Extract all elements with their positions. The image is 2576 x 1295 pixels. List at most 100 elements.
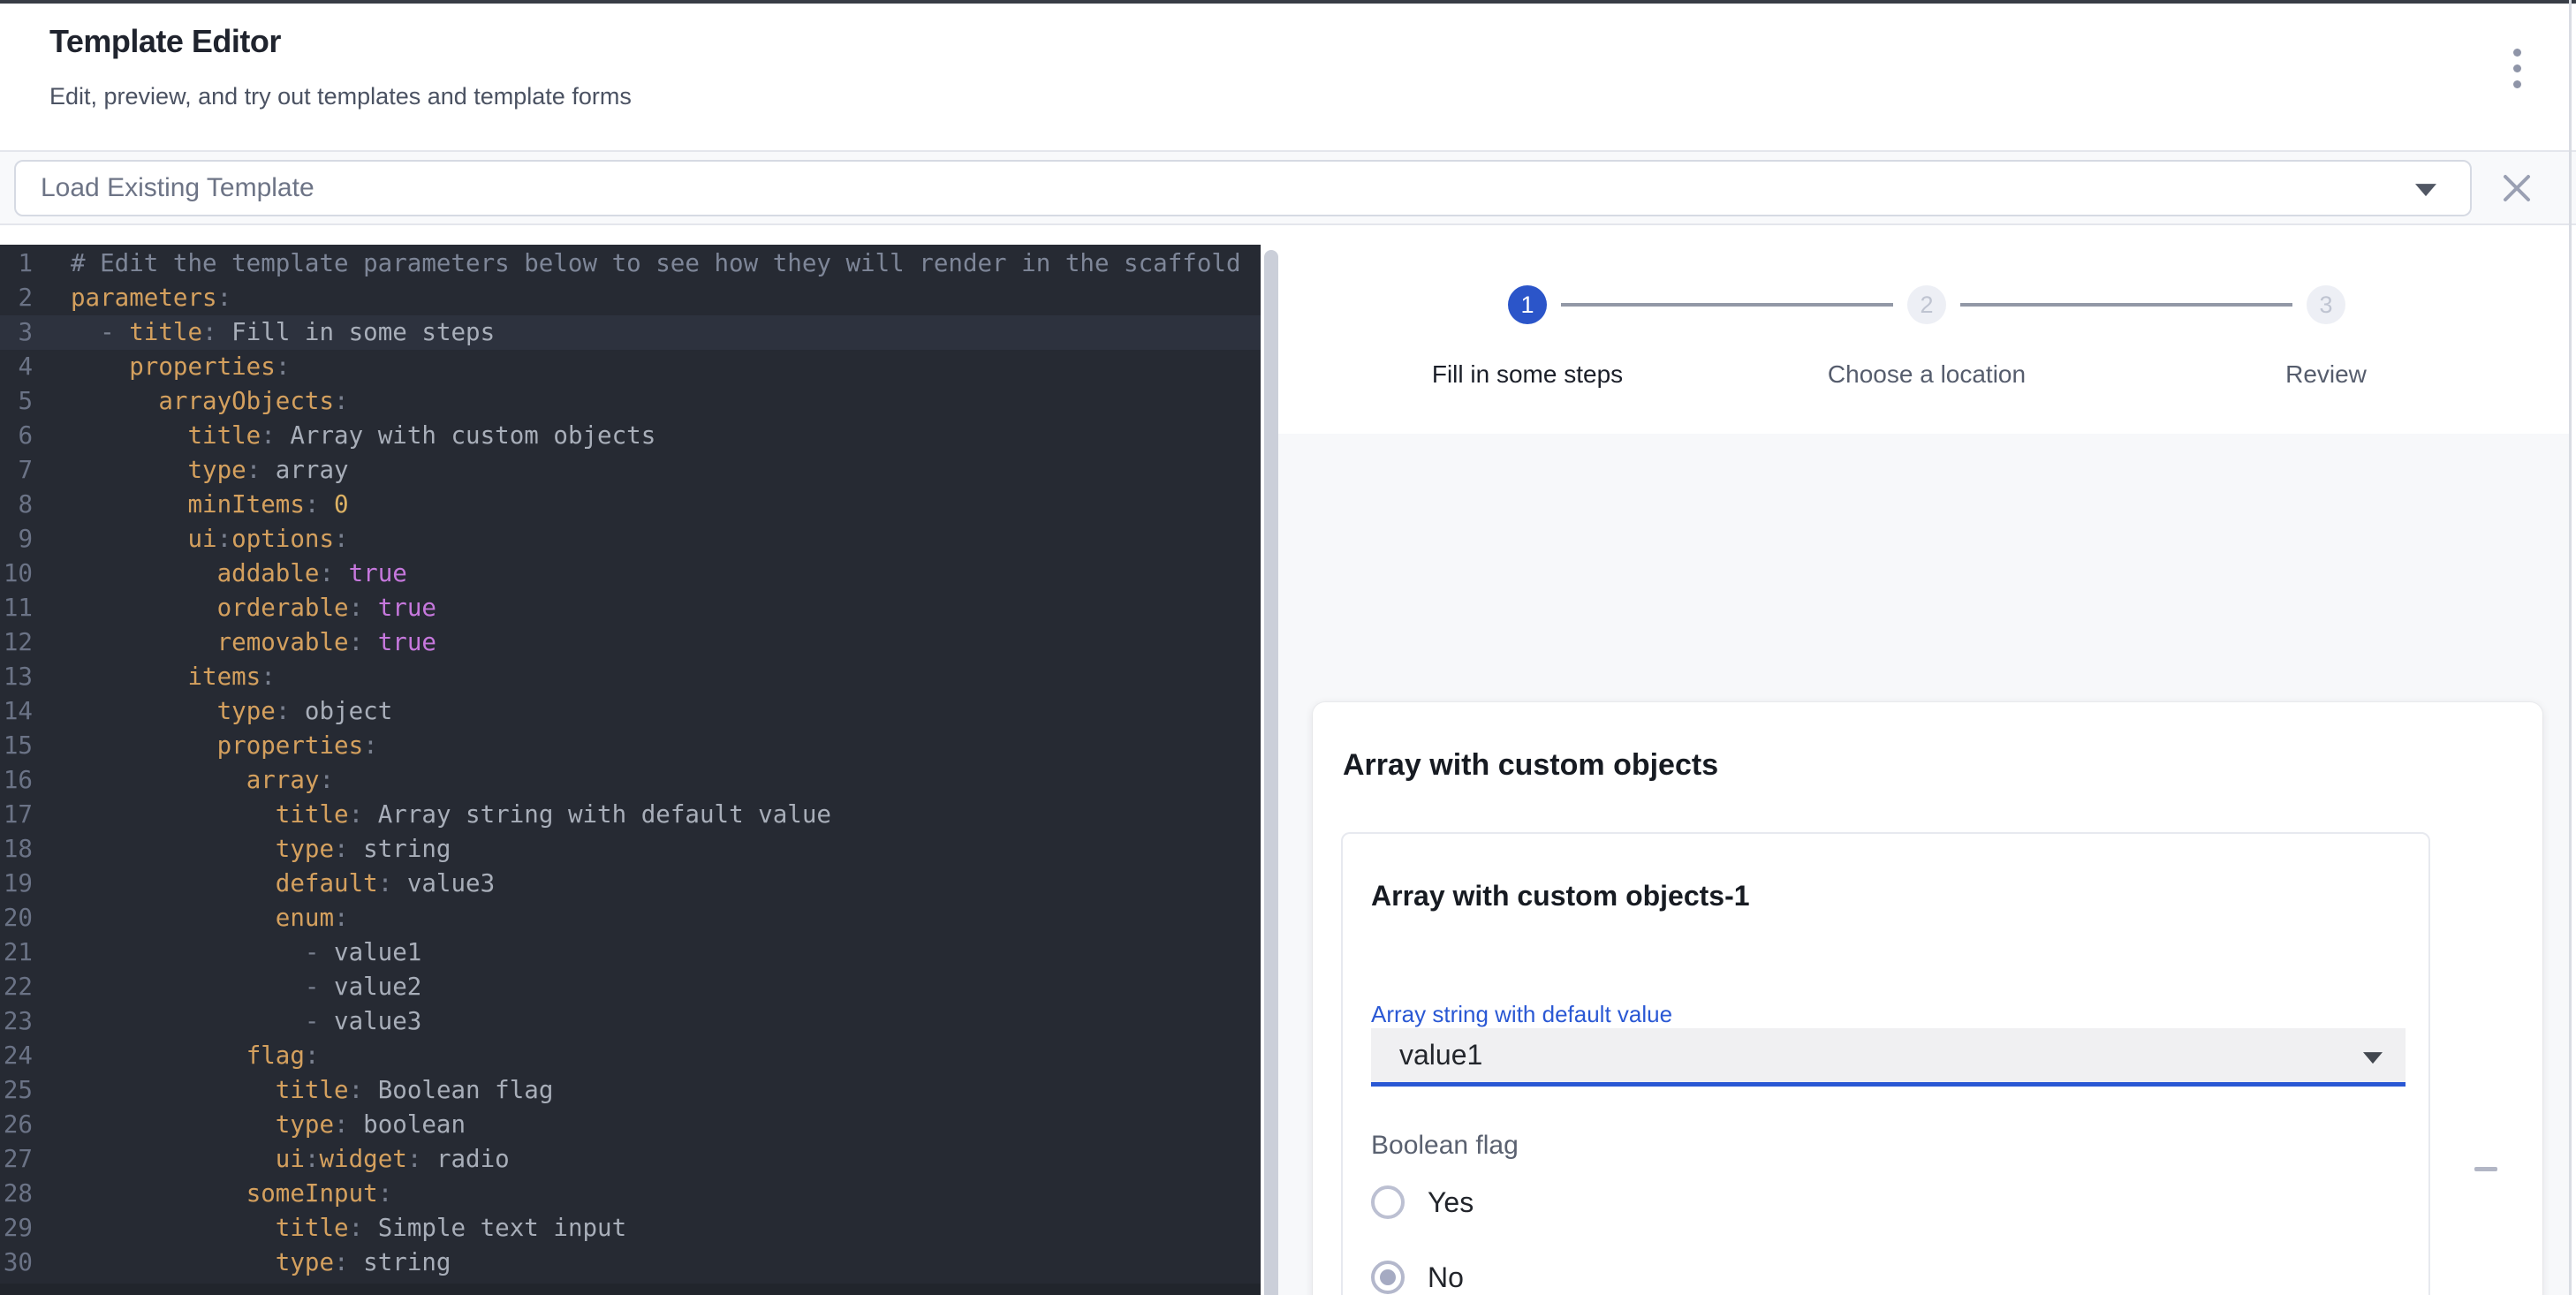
- code-line-26[interactable]: 26 type: boolean: [0, 1108, 1261, 1142]
- step-circle-3[interactable]: 3: [2307, 285, 2345, 324]
- code-editor[interactable]: 1# Edit the template parameters below to…: [0, 245, 1261, 1295]
- code-line-17[interactable]: 17 title: Array string with default valu…: [0, 798, 1261, 832]
- step-circle-2[interactable]: 2: [1907, 285, 1946, 324]
- array-item-title: Array with custom objects-1: [1371, 880, 1750, 913]
- code-line-27[interactable]: 27 ui:widget: radio: [0, 1142, 1261, 1177]
- line-text: enum:: [33, 901, 349, 935]
- code-line-16[interactable]: 16 array:: [0, 763, 1261, 798]
- code-line-23[interactable]: 23 - value3: [0, 1004, 1261, 1039]
- line-number: 10: [0, 557, 33, 591]
- form-section-title: Array with custom objects: [1343, 748, 1718, 783]
- line-number: 28: [0, 1177, 33, 1211]
- code-line-4[interactable]: 4 properties:: [0, 350, 1261, 384]
- line-text: - value2: [33, 970, 421, 1004]
- minus-icon: [2474, 1167, 2497, 1171]
- page-subtitle: Edit, preview, and try out templates and…: [49, 83, 632, 110]
- preview-panel: 1Fill in some steps2Choose a location3Re…: [1278, 225, 2569, 1295]
- step-connector: [1561, 303, 1893, 307]
- line-number: 5: [0, 384, 33, 419]
- line-number: 15: [0, 729, 33, 763]
- line-text: addable: true: [33, 557, 407, 591]
- stepper: 1Fill in some steps2Choose a location3Re…: [1278, 285, 2569, 453]
- code-line-7[interactable]: 7 type: array: [0, 453, 1261, 488]
- code-line-15[interactable]: 15 properties:: [0, 729, 1261, 763]
- code-line-1[interactable]: 1# Edit the template parameters below to…: [0, 246, 1261, 281]
- line-text: type: string: [33, 832, 451, 867]
- line-number: 21: [0, 935, 33, 970]
- line-text: title: Boolean flag: [33, 1073, 553, 1108]
- line-number: 20: [0, 901, 33, 935]
- load-template-select[interactable]: Load Existing Template: [14, 160, 2472, 216]
- line-text: title: Simple text input: [33, 1211, 626, 1246]
- radio-option-no[interactable]: No: [1371, 1258, 1464, 1295]
- code-line-5[interactable]: 5 arrayObjects:: [0, 384, 1261, 419]
- line-number: 9: [0, 522, 33, 557]
- remove-item-button[interactable]: [2466, 1148, 2506, 1189]
- code-line-29[interactable]: 29 title: Simple text input: [0, 1211, 1261, 1246]
- code-line-6[interactable]: 6 title: Array with custom objects: [0, 419, 1261, 453]
- code-line-12[interactable]: 12 removable: true: [0, 625, 1261, 660]
- line-number: 26: [0, 1108, 33, 1142]
- line-text: parameters:: [33, 281, 231, 315]
- template-editor-page: Template Editor Edit, preview, and try o…: [0, 0, 2576, 1295]
- line-text: type: array: [33, 453, 349, 488]
- line-number: 23: [0, 1004, 33, 1039]
- array-string-select[interactable]: value1: [1371, 1028, 2406, 1082]
- code-line-13[interactable]: 13 items:: [0, 660, 1261, 694]
- line-number: 18: [0, 832, 33, 867]
- code-line-3[interactable]: 3 - title: Fill in some steps: [0, 315, 1261, 350]
- select-focus-underline: [1371, 1082, 2406, 1087]
- line-text: - value1: [33, 935, 421, 970]
- line-number: 25: [0, 1073, 33, 1108]
- radio-checked-icon: [1371, 1261, 1405, 1294]
- radio-option-yes[interactable]: Yes: [1371, 1183, 1474, 1222]
- chevron-down-icon: [2363, 1052, 2383, 1064]
- code-line-2[interactable]: 2parameters:: [0, 281, 1261, 315]
- code-line-30[interactable]: 30 type: string: [0, 1246, 1261, 1280]
- line-text: default: value3: [33, 867, 495, 901]
- line-text: arrayObjects:: [33, 384, 349, 419]
- line-text: ui:widget: radio: [33, 1142, 510, 1177]
- code-line-21[interactable]: 21 - value1: [0, 935, 1261, 970]
- line-number: 11: [0, 591, 33, 625]
- line-number: 17: [0, 798, 33, 832]
- line-number: 16: [0, 763, 33, 798]
- code-lines: 1# Edit the template parameters below to…: [0, 246, 1261, 1280]
- editor-horizontal-scrollbar[interactable]: [0, 1284, 1261, 1295]
- code-line-10[interactable]: 10 addable: true: [0, 557, 1261, 591]
- line-number: 4: [0, 350, 33, 384]
- line-text: ui:options:: [33, 522, 349, 557]
- code-line-8[interactable]: 8 minItems: 0: [0, 488, 1261, 522]
- code-line-28[interactable]: 28 someInput:: [0, 1177, 1261, 1211]
- step-label-3: Review: [2285, 360, 2367, 389]
- code-line-20[interactable]: 20 enum:: [0, 901, 1261, 935]
- select-field-label: Array string with default value: [1371, 1001, 1672, 1028]
- form-card: Array with custom objects Array with cus…: [1313, 702, 2542, 1295]
- code-line-9[interactable]: 9 ui:options:: [0, 522, 1261, 557]
- code-line-19[interactable]: 19 default: value3: [0, 867, 1261, 901]
- more-options-button[interactable]: [2491, 42, 2542, 94]
- line-text: flag:: [33, 1039, 319, 1073]
- clear-template-button[interactable]: [2491, 163, 2542, 214]
- form-background: Array with custom objects Array with cus…: [1278, 434, 2569, 1295]
- line-number: 30: [0, 1246, 33, 1280]
- split-divider-handle[interactable]: [1264, 250, 1278, 1295]
- code-line-24[interactable]: 24 flag:: [0, 1039, 1261, 1073]
- line-text: type: boolean: [33, 1108, 466, 1142]
- code-line-14[interactable]: 14 type: object: [0, 694, 1261, 729]
- code-line-18[interactable]: 18 type: string: [0, 832, 1261, 867]
- line-number: 12: [0, 625, 33, 660]
- line-text: properties:: [33, 350, 290, 384]
- line-text: title: Array with custom objects: [33, 419, 655, 453]
- radio-group: Yes No: [1371, 1183, 1901, 1295]
- code-line-22[interactable]: 22 - value2: [0, 970, 1261, 1004]
- code-line-25[interactable]: 25 title: Boolean flag: [0, 1073, 1261, 1108]
- line-number: 29: [0, 1211, 33, 1246]
- step-circle-1[interactable]: 1: [1508, 285, 1547, 324]
- panel-right-border: [2569, 0, 2572, 1295]
- code-line-11[interactable]: 11 orderable: true: [0, 591, 1261, 625]
- radio-label: No: [1428, 1261, 1464, 1294]
- line-text: # Edit the template parameters below to …: [33, 246, 1241, 281]
- line-number: 3: [0, 315, 33, 350]
- line-text: orderable: true: [33, 591, 436, 625]
